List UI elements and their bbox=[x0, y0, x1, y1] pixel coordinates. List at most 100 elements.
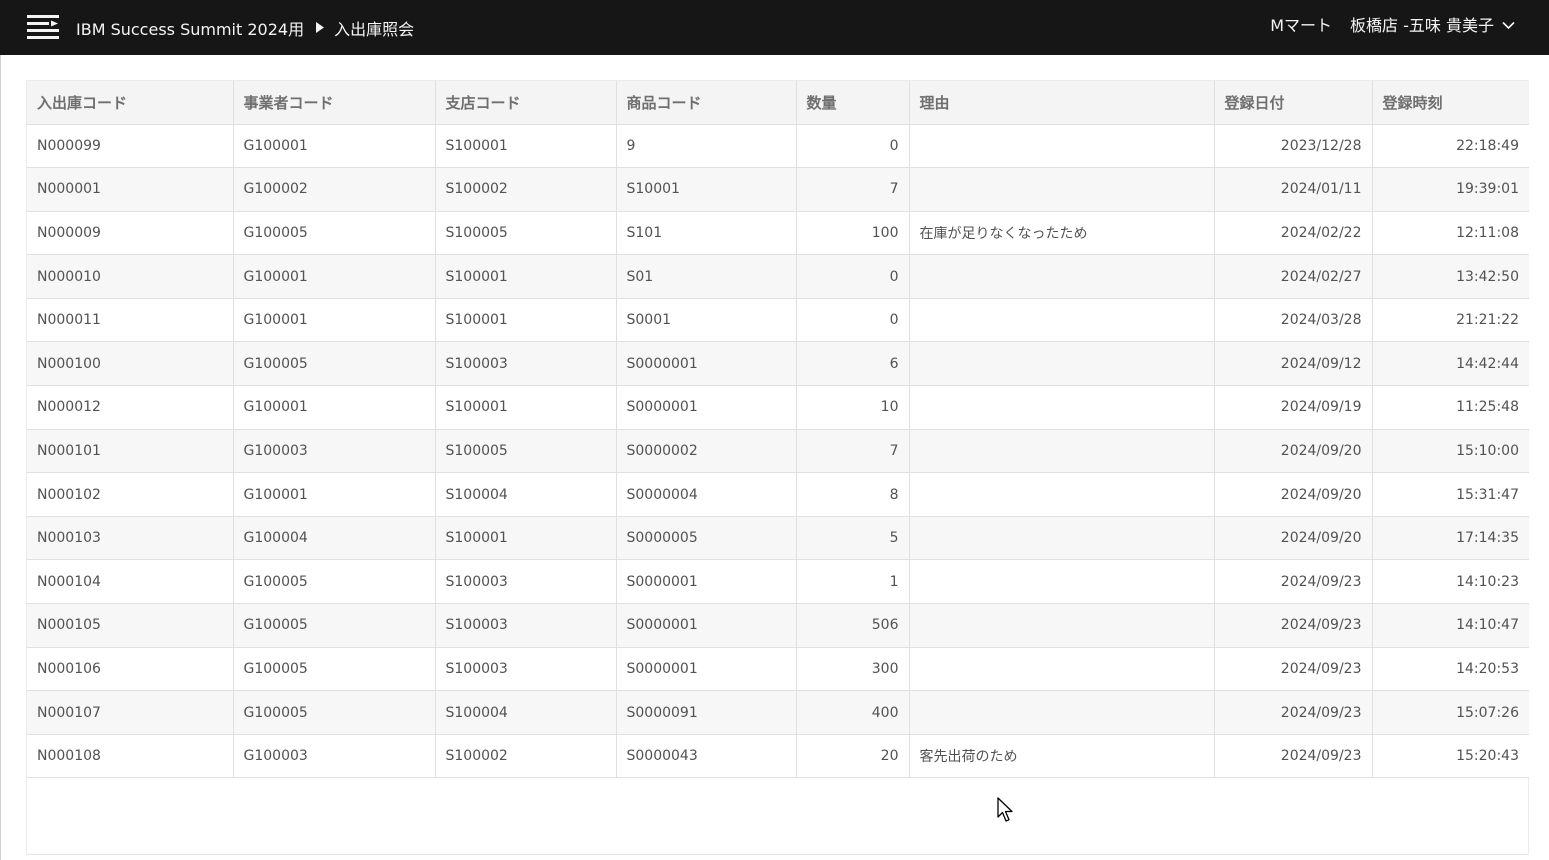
table-cell: 在庫が足りなくなったため bbox=[909, 211, 1215, 256]
table-row[interactable]: N000011 G100001 S100001 S0001 0 2024/03/28 21:… bbox=[27, 298, 1529, 343]
table-cell: N000001 bbox=[27, 167, 234, 212]
table-cell: 2024/09/23 bbox=[1214, 690, 1373, 735]
table-cell: 0 bbox=[796, 298, 910, 343]
table-cell: 2024/03/28 bbox=[1214, 298, 1373, 343]
table-cell: 2024/09/20 bbox=[1214, 472, 1373, 517]
table-cell: N000106 bbox=[27, 647, 234, 692]
column-header[interactable]: 登録日付 bbox=[1214, 81, 1373, 125]
breadcrumb-current-page: 入出庫照会 bbox=[334, 19, 415, 39]
table-cell: 2024/09/23 bbox=[1214, 734, 1373, 779]
table-cell: S0000001 bbox=[616, 341, 797, 387]
table-cell: 1 bbox=[796, 559, 910, 605]
table-cell: S01 bbox=[616, 254, 797, 299]
table-row[interactable]: N000102 G100001 S100004 S0000004 8 2024/09/20… bbox=[27, 472, 1529, 517]
menu-button[interactable] bbox=[12, 0, 74, 55]
table-cell: G100001 bbox=[233, 472, 436, 517]
table-cell bbox=[909, 472, 1215, 517]
table-cell: S100004 bbox=[435, 690, 617, 735]
table-row[interactable]: N000106 G100005 S100003 S0000001 300 2024/09/… bbox=[27, 647, 1529, 692]
table-cell: 2024/09/23 bbox=[1214, 647, 1373, 692]
table-cell: S0000001 bbox=[616, 385, 797, 430]
table-cell: S100001 bbox=[435, 516, 617, 561]
table-cell bbox=[909, 341, 1215, 387]
table-cell bbox=[909, 516, 1215, 561]
table-cell: G100005 bbox=[233, 647, 436, 692]
table-cell: G100005 bbox=[233, 559, 436, 605]
table-cell: N000011 bbox=[27, 298, 234, 343]
table-cell: 19:39:01 bbox=[1372, 167, 1529, 212]
table-cell: G100001 bbox=[233, 124, 436, 169]
table-cell bbox=[909, 298, 1215, 343]
table-cell: G100005 bbox=[233, 211, 436, 256]
table-row[interactable]: N000012 G100001 S100001 S0000001 10 2024/09/1… bbox=[27, 385, 1529, 430]
table-cell: 客先出荷のため bbox=[909, 734, 1215, 779]
table-cell: N000105 bbox=[27, 603, 234, 648]
table-row[interactable]: N000009 G100005 S100005 S101 100 在庫が足りなくなったため… bbox=[27, 211, 1529, 256]
table-cell: 2024/02/27 bbox=[1214, 254, 1373, 299]
table-cell: 15:07:26 bbox=[1372, 690, 1529, 735]
table-row[interactable]: N000108 G100003 S100002 S0000043 20 客先出荷のため 20… bbox=[27, 734, 1529, 779]
table-cell: S100004 bbox=[435, 472, 617, 517]
table-cell: S0000001 bbox=[616, 647, 797, 692]
table-row[interactable]: N000010 G100001 S100001 S01 0 2024/02/27 13:42… bbox=[27, 254, 1529, 299]
column-header[interactable]: 登録時刻 bbox=[1372, 81, 1529, 125]
table-cell: 2024/09/20 bbox=[1214, 429, 1373, 474]
user-menu[interactable]: 板橋店 -五味 貴美子 bbox=[1350, 12, 1515, 36]
table-row[interactable]: N000105 G100005 S100003 S0000001 506 2024/09/… bbox=[27, 603, 1529, 648]
table-cell: 2024/02/22 bbox=[1214, 211, 1373, 256]
table-cell: 15:20:43 bbox=[1372, 734, 1529, 779]
table-cell: 8 bbox=[796, 472, 910, 517]
top-bar: IBM Success Summit 2024用 入出庫照会 Mマート 板橋店 … bbox=[0, 0, 1549, 55]
table-cell: N000108 bbox=[27, 734, 234, 779]
inventory-transaction-table: 入出庫コード 事業者コード 支店コード 商品コード 数量 理由 登録日付 登録時… bbox=[27, 81, 1529, 779]
table-cell: 7 bbox=[796, 167, 910, 212]
column-header[interactable]: 数量 bbox=[796, 81, 910, 125]
column-header[interactable]: 支店コード bbox=[435, 81, 617, 125]
table-cell: 7 bbox=[796, 429, 910, 474]
table-cell bbox=[909, 690, 1215, 735]
table-cell: G100004 bbox=[233, 516, 436, 561]
column-header[interactable]: 事業者コード bbox=[233, 81, 436, 125]
table-cell: S100002 bbox=[435, 167, 617, 212]
column-header[interactable]: 商品コード bbox=[616, 81, 797, 125]
table-cell: N000012 bbox=[27, 385, 234, 430]
table-cell: 17:14:35 bbox=[1372, 516, 1529, 561]
table-row[interactable]: N000107 G100005 S100004 S0000091 400 2024/09/… bbox=[27, 690, 1529, 735]
table-row[interactable]: N000103 G100004 S100001 S0000005 5 2024/09/20… bbox=[27, 516, 1529, 561]
breadcrumb: IBM Success Summit 2024用 入出庫照会 bbox=[76, 16, 414, 40]
caret-right-icon bbox=[316, 22, 325, 33]
table-cell bbox=[909, 167, 1215, 212]
table-cell: 2024/09/19 bbox=[1214, 385, 1373, 430]
table-cell: S10001 bbox=[616, 167, 797, 212]
table-cell: N000101 bbox=[27, 429, 234, 474]
table-cell: S100001 bbox=[435, 298, 617, 343]
table-cell: N000103 bbox=[27, 516, 234, 561]
table-cell: 13:42:50 bbox=[1372, 254, 1529, 299]
table-row[interactable]: N000104 G100005 S100003 S0000001 1 2024/09/23… bbox=[27, 559, 1529, 605]
column-header[interactable]: 入出庫コード bbox=[27, 81, 234, 125]
table-cell: S0000005 bbox=[616, 516, 797, 561]
store-name: Mマート bbox=[1270, 16, 1333, 35]
chevron-down-icon bbox=[1502, 15, 1515, 34]
table-cell: S101 bbox=[616, 211, 797, 256]
column-header[interactable]: 理由 bbox=[909, 81, 1215, 125]
table-cell: 2024/09/23 bbox=[1214, 603, 1373, 648]
table-cell: S100001 bbox=[435, 254, 617, 299]
table-cell: 400 bbox=[796, 690, 910, 735]
table-cell: S0000004 bbox=[616, 472, 797, 517]
table-row[interactable]: N000101 G100003 S100005 S0000002 7 2024/09/20… bbox=[27, 429, 1529, 474]
breadcrumb-app-title[interactable]: IBM Success Summit 2024用 bbox=[76, 16, 304, 40]
table-cell: S100002 bbox=[435, 734, 617, 779]
table-cell: S0001 bbox=[616, 298, 797, 343]
table-cell: 11:25:48 bbox=[1372, 385, 1529, 430]
table-cell: 300 bbox=[796, 647, 910, 692]
table-cell: G100001 bbox=[233, 385, 436, 430]
table-cell: N000102 bbox=[27, 472, 234, 517]
table-cell: 14:10:47 bbox=[1372, 603, 1529, 648]
table-row[interactable]: N000001 G100002 S100002 S10001 7 2024/01/11 19… bbox=[27, 167, 1529, 212]
table-cell: 100 bbox=[796, 211, 910, 256]
table-cell: S0000043 bbox=[616, 734, 797, 779]
table-cell: G100005 bbox=[233, 690, 436, 735]
table-row[interactable]: N000100 G100005 S100003 S0000001 6 2024/09/12… bbox=[27, 341, 1529, 387]
table-row[interactable]: N000099 G100001 S100001 9 0 2023/12/28 22:18:4… bbox=[27, 124, 1529, 169]
